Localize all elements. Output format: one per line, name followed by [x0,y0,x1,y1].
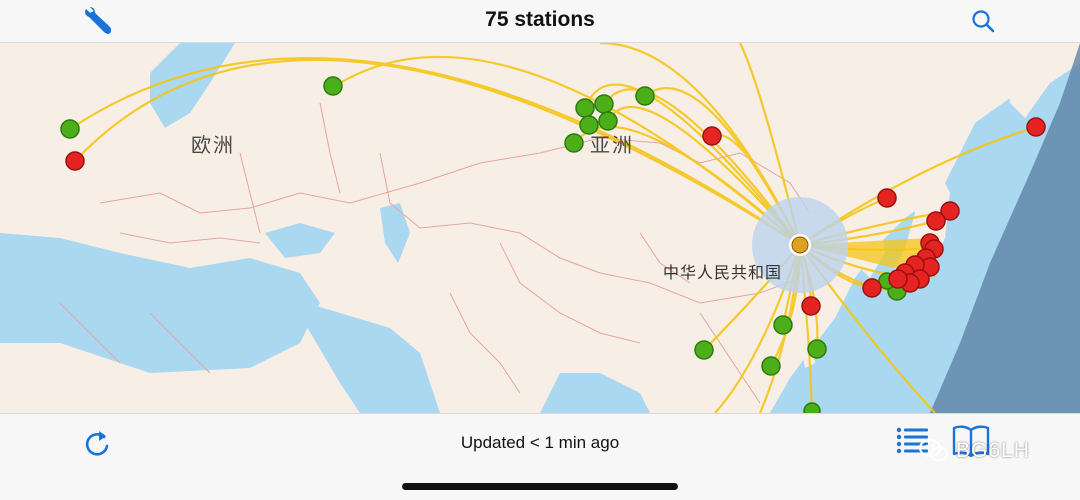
station-marker[interactable] [801,296,821,316]
station-marker[interactable] [575,98,595,118]
map-label-asia: 亚洲 [590,135,634,157]
station-map[interactable]: 欧洲 亚洲 中华人民共和国 [0,43,1080,413]
map-label-europe: 欧洲 [191,135,235,157]
station-marker[interactable] [926,211,946,231]
home-station-marker[interactable] [791,236,809,254]
home-indicator [402,483,678,490]
search-button[interactable] [970,8,998,36]
station-marker[interactable] [807,339,827,359]
station-marker[interactable] [773,315,793,335]
watermark-text: BG6LH [956,439,1030,462]
station-marker[interactable] [888,269,908,289]
map-label-china: 中华人民共和国 [663,265,783,282]
watermark: BG6LH [918,438,1030,464]
wechat-icon [919,439,948,462]
search-icon [972,10,995,33]
station-marker[interactable] [594,94,614,114]
bottom-toolbar: Updated < 1 min ago BG6LH [0,413,1080,500]
top-navigation-bar: 75 stations [0,0,1080,43]
station-marker[interactable] [803,402,821,413]
page-title: 75 stations [485,8,595,31]
station-marker[interactable] [1026,117,1046,137]
map-canvas[interactable] [0,43,1080,413]
station-marker[interactable] [702,126,722,146]
station-marker[interactable] [862,278,882,298]
station-marker[interactable] [598,111,618,131]
station-marker[interactable] [564,133,584,153]
station-marker[interactable] [877,188,897,208]
station-marker[interactable] [635,86,655,106]
station-marker[interactable] [60,119,80,139]
station-marker[interactable] [65,151,85,171]
station-marker[interactable] [323,76,343,96]
station-marker[interactable] [694,340,714,360]
station-marker[interactable] [761,356,781,376]
